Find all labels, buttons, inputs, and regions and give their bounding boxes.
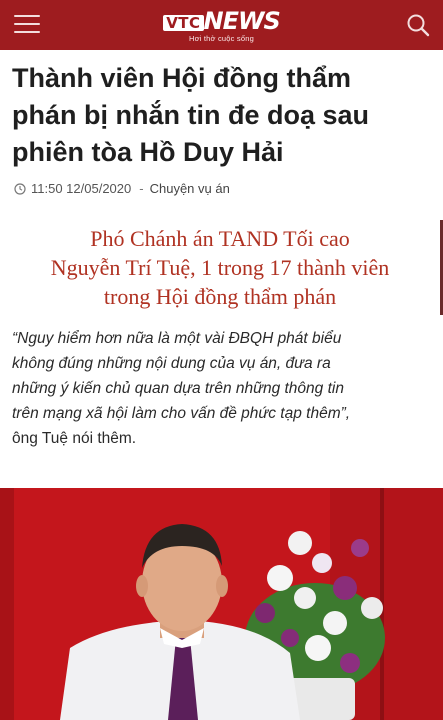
- quote-line: những ý kiến chủ quan dựa trên những thô…: [12, 380, 344, 397]
- clock-icon: [14, 182, 26, 195]
- quote-line: trên mạng xã hội làm cho vấn đề phức tạp…: [12, 405, 351, 422]
- article-meta: 11:50 12/05/2020 - Chuyện vụ án: [14, 181, 230, 196]
- headline-line: phán bị nhắn tin đe doạ sau: [12, 100, 370, 130]
- quote-suffix: ông Tuệ nói thêm.: [12, 430, 137, 447]
- quote-paragraph: “Nguy hiểm hơn nữa là một vài ĐBQH phát …: [12, 326, 437, 451]
- headline-line: phiên tòa Hồ Duy Hải: [12, 137, 284, 167]
- logo-news-text: NEWS: [203, 7, 281, 35]
- caption-line: Nguyễn Trí Tuệ, 1 trong 17 thành viên: [50, 255, 390, 280]
- caption-line: Phó Chánh án TAND Tối cao: [90, 226, 350, 251]
- image-caption-block: Phó Chánh án TAND Tối cao Nguyễn Trí Tuệ…: [0, 220, 443, 315]
- search-icon[interactable]: [405, 12, 431, 38]
- hamburger-menu-icon[interactable]: [14, 15, 40, 35]
- article-headline: Thành viên Hội đồng thẩm phán bị nhắn ti…: [12, 60, 432, 171]
- quote-line: không đúng những nội dung của vụ án, đưa…: [12, 355, 331, 372]
- caption-line: trong Hội đồng thẩm phán: [103, 284, 337, 309]
- top-navigation-bar: VTC NEWS Hơi thở cuộc sống: [0, 0, 443, 50]
- headline-line: Thành viên Hội đồng thẩm: [12, 63, 351, 93]
- logo-tagline: Hơi thở cuộc sống: [189, 34, 254, 43]
- quote-line: “Nguy hiểm hơn nữa là một vài ĐBQH phát …: [12, 330, 342, 347]
- article-photo: [0, 488, 443, 720]
- site-logo[interactable]: VTC NEWS Hơi thở cuộc sống: [163, 7, 281, 43]
- category-link[interactable]: Chuyện vụ án: [150, 181, 230, 196]
- logo-vtc-text: VTC: [163, 15, 204, 31]
- publish-time: 11:50 12/05/2020: [31, 181, 132, 196]
- meta-separator: -: [139, 181, 144, 196]
